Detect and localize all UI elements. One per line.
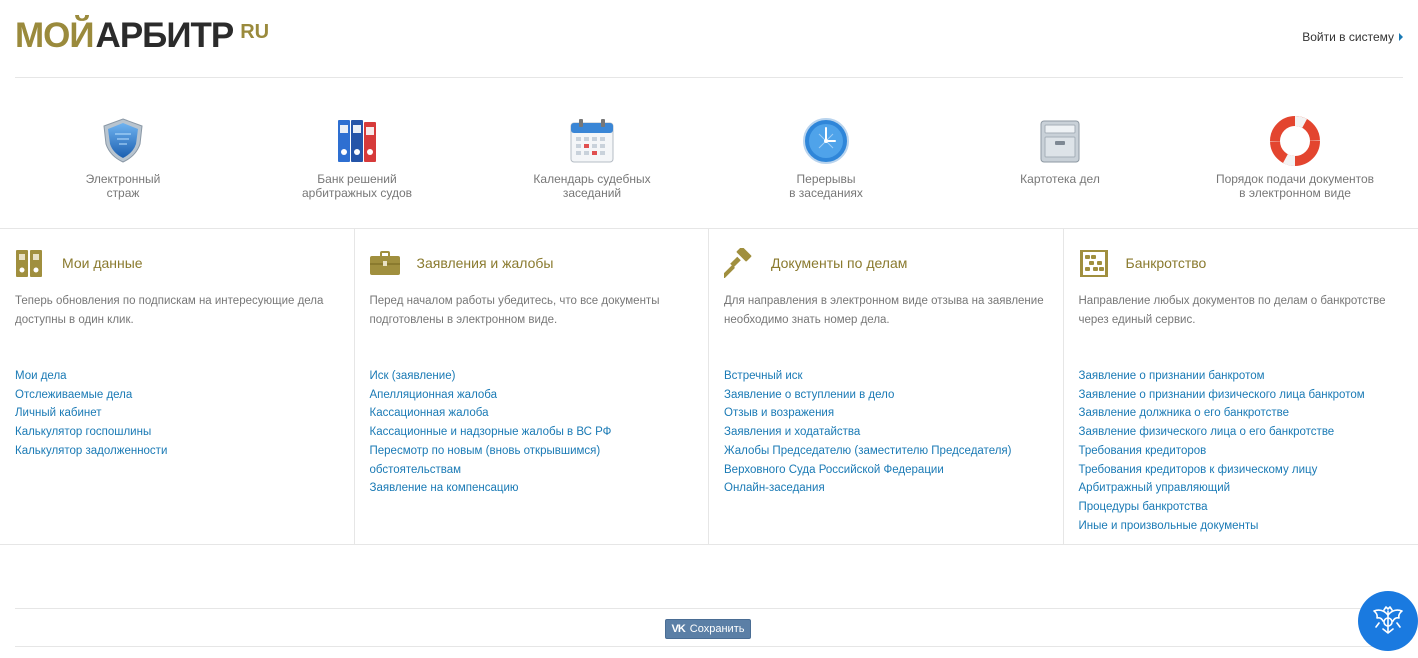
service-label-line1: Календарь судебных (533, 172, 651, 186)
description-line2: доступны в один клик. (15, 314, 134, 326)
link-cassation[interactable]: Кассационная жалоба (370, 404, 694, 423)
section-title: Банкротство (1125, 255, 1207, 271)
vk-icon: VK (671, 623, 686, 635)
logo-ru: RU (240, 21, 270, 43)
service-label-line1: Порядок подачи документов (1215, 172, 1375, 186)
link-arbitration-manager[interactable]: Арбитражный управляющий (1079, 479, 1404, 498)
folders-icon (15, 248, 45, 278)
link-tracked-cases[interactable]: Отслеживаемые дела (15, 386, 339, 405)
binders-icon (332, 116, 382, 166)
section-title: Документы по делам (771, 255, 908, 271)
section-header[interactable]: Документы по делам (721, 245, 1048, 281)
eagle-emblem-icon[interactable] (1358, 591, 1418, 651)
calendar-icon (567, 116, 617, 166)
abacus-icon (1079, 248, 1109, 278)
section-bankruptcy: Банкротство Направление любых документов… (1064, 229, 1418, 544)
service-label-line1: Банк решений (317, 172, 397, 186)
service-label-line2: арбитражных судов (301, 186, 413, 200)
service-electronic-guard[interactable]: Электронный страж (33, 116, 213, 200)
link-joining-case[interactable]: Заявление о вступлении в дело (724, 386, 1048, 405)
cabinet-icon (1035, 116, 1085, 166)
site-logo[interactable]: МОЙ АРБИТР RU (15, 17, 269, 57)
link-other-documents[interactable]: Иные и произвольные документы (1079, 517, 1404, 536)
service-label-line1: Перерывы (796, 172, 856, 186)
link-creditor-claims[interactable]: Требования кредиторов (1079, 442, 1404, 461)
description-line1: Теперь обновления по подпискам на интере… (15, 295, 324, 307)
logo-arbitr: АРБИТР (95, 16, 235, 55)
link-creditor-claims-individual[interactable]: Требования кредиторов к физическому лицу (1079, 461, 1404, 480)
link-individual-bankruptcy-petition[interactable]: Заявление о признании физического лица б… (1079, 386, 1404, 405)
service-label-line2: в электронном виде (1239, 186, 1351, 200)
section-claims-complaints: Заявления и жалобы Перед началом работы … (355, 229, 709, 544)
description-line2: необходимо знать номер дела. (724, 314, 890, 326)
service-label-line1: Электронный (85, 172, 161, 186)
logo-moi: МОЙ (15, 16, 95, 55)
footer-divider-top (15, 608, 1403, 609)
vk-save-label: Сохранить (689, 623, 745, 635)
service-label-line1: Картотека дел (1020, 172, 1100, 186)
section-header[interactable]: Мои данные (15, 245, 339, 281)
section-case-documents: Документы по делам Для направления в эле… (709, 229, 1064, 544)
section-description: Для направления в электронном виде отзыв… (724, 292, 1048, 344)
services-row: Электронный страж Банк решений арбитражн… (0, 78, 1418, 229)
link-appeal[interactable]: Апелляционная жалоба (370, 386, 694, 405)
clock-icon (801, 116, 851, 166)
section-description: Теперь обновления по подпискам на интере… (15, 292, 339, 344)
link-online-hearings[interactable]: Онлайн-заседания (724, 479, 1048, 498)
section-links: Иск (заявление) Апелляционная жалоба Кас… (370, 367, 694, 498)
description-line1: Перед началом работы убедитесь, что все … (369, 295, 660, 307)
link-bankruptcy-procedures[interactable]: Процедуры банкротства (1079, 498, 1404, 517)
login-label: Войти в систему (1302, 30, 1394, 44)
service-breaks[interactable]: Перерывы в заседаниях (736, 116, 916, 200)
section-links: Мои дела Отслеживаемые дела Личный кабин… (15, 367, 339, 461)
link-my-cases[interactable]: Мои дела (15, 367, 339, 386)
page-header: МОЙ АРБИТР RU Войти в систему (15, 0, 1403, 78)
link-claim[interactable]: Иск (заявление) (370, 367, 694, 386)
section-description: Направление любых документов по делам о … (1079, 292, 1404, 344)
login-link[interactable]: Войти в систему (1302, 30, 1403, 44)
description-line2: подготовлены в электронном виде. (369, 314, 558, 326)
section-title: Заявления и жалобы (416, 255, 554, 271)
section-header[interactable]: Заявления и жалобы (369, 245, 694, 281)
section-header[interactable]: Банкротство (1079, 245, 1404, 281)
lifebuoy-icon (1270, 116, 1320, 166)
service-label-line2: в заседаниях (789, 186, 863, 200)
footer-divider-bottom (15, 646, 1403, 647)
link-chairman-complaints[interactable]: Жалобы Председателю (заместителю Председ… (724, 442, 1048, 461)
service-court-calendar[interactable]: Календарь судебных заседаний (502, 116, 682, 200)
link-response-objections[interactable]: Отзыв и возражения (724, 404, 1048, 423)
caret-right-icon (1399, 33, 1403, 41)
link-compensation[interactable]: Заявление на компенсацию (370, 479, 694, 498)
link-individual-debtor-petition[interactable]: Заявление физического лица о его банкрот… (1079, 423, 1404, 442)
link-review-new-circumstances[interactable]: Пересмотр по новым (вновь открывшимся) (370, 442, 694, 461)
section-links: Заявление о признании банкротом Заявлени… (1079, 367, 1404, 535)
link-debt-calculator[interactable]: Калькулятор задолженности (15, 442, 339, 461)
link-supreme-court-complaints[interactable]: Кассационные и надзорные жалобы в ВС РФ (370, 423, 694, 442)
gavel-icon (721, 246, 754, 279)
service-decisions-bank[interactable]: Банк решений арбитражных судов (267, 116, 447, 200)
service-case-files[interactable]: Картотека дел (970, 116, 1150, 186)
service-label-line2: страж (106, 186, 140, 200)
link-chairman-complaints-cont[interactable]: Верховного Суда Российской Федерации (724, 461, 1048, 480)
link-fee-calculator[interactable]: Калькулятор госпошлины (15, 423, 339, 442)
section-title: Мои данные (62, 255, 143, 271)
section-my-data: Мои данные Теперь обновления по подписка… (0, 229, 355, 544)
briefcase-icon (369, 248, 400, 278)
link-counterclaim[interactable]: Встречный иск (724, 367, 1048, 386)
vk-save-button[interactable]: VK Сохранить (665, 619, 751, 639)
shield-icon (98, 116, 148, 166)
section-description: Перед началом работы убедитесь, что все … (370, 292, 694, 344)
sections-grid: Мои данные Теперь обновления по подписка… (0, 229, 1418, 545)
link-review-new-circumstances-cont[interactable]: обстоятельствам (370, 461, 694, 480)
link-bankruptcy-petition[interactable]: Заявление о признании банкротом (1079, 367, 1404, 386)
link-motions[interactable]: Заявления и ходатайства (724, 423, 1048, 442)
service-label-line2: заседаний (562, 186, 622, 200)
link-personal-account[interactable]: Личный кабинет (15, 404, 339, 423)
section-links: Встречный иск Заявление о вступлении в д… (724, 367, 1048, 498)
link-debtor-petition[interactable]: Заявление должника о его банкротстве (1079, 404, 1404, 423)
description-line1: Для направления в электронном виде отзыв… (724, 295, 1044, 307)
description-line1: Направление любых документов по делам о … (1078, 295, 1386, 307)
description-line2: через единый сервис. (1078, 314, 1196, 326)
service-filing-procedure[interactable]: Порядок подачи документов в электронном … (1205, 116, 1385, 200)
